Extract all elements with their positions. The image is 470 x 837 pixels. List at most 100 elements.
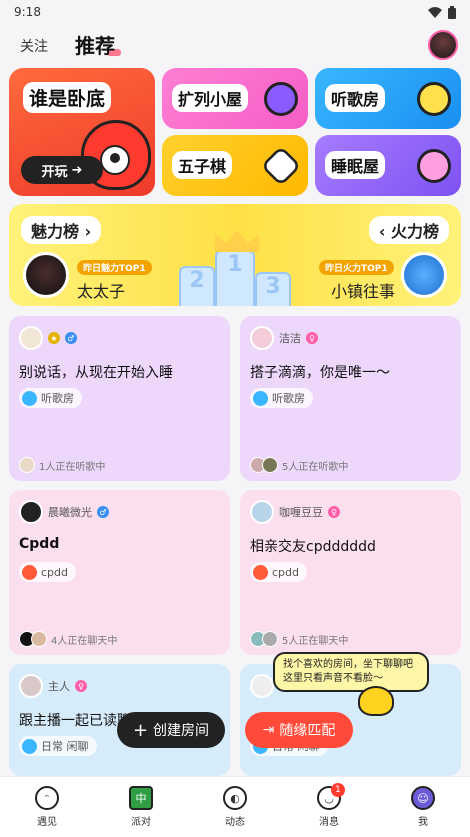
- room-card[interactable]: 洁洁 ♀ 搭子滴滴，你是唯一～ 听歌房 5人正在听歌中: [240, 316, 461, 481]
- room-footer-label: 5人正在听歌中: [282, 461, 349, 473]
- chick-mascot-icon[interactable]: [358, 686, 394, 716]
- music-room-icon: [253, 390, 268, 406]
- tile-music-room-title: 听歌房: [325, 84, 386, 112]
- listener-avatar: [262, 631, 278, 647]
- room-footer: 5人正在听歌中: [250, 457, 348, 473]
- room-tag: 听歌房: [250, 388, 313, 408]
- nav-meet-label: 遇见: [37, 817, 57, 828]
- room-footer-label: 1人正在听歌中: [39, 461, 106, 473]
- mahjong-icon: 中: [129, 786, 153, 810]
- room-tag: cpdd: [19, 562, 76, 582]
- badge-icon: ★: [48, 332, 60, 344]
- listener-avatar: [19, 457, 35, 473]
- room-footer: 5人正在聊天中: [250, 631, 348, 647]
- nav-me[interactable]: ☺ 我: [376, 777, 470, 837]
- female-icon: ♀: [75, 680, 87, 692]
- room-tag-label: cpdd: [272, 565, 299, 579]
- fire-top-name: 小镇往事: [331, 282, 396, 301]
- tile-gomoku[interactable]: 五子棋: [162, 135, 308, 196]
- room-tag-label: 听歌房: [272, 392, 305, 405]
- board-icon: [260, 145, 302, 187]
- room-footer: 1人正在听歌中: [19, 457, 105, 473]
- charm-top-avatar[interactable]: [23, 252, 69, 298]
- room-card[interactable]: 咖喱豆豆 ♀ 相亲交友cpdddddd cpdd 5人正在聊天中: [240, 490, 461, 655]
- profile-avatar[interactable]: [428, 30, 458, 60]
- room-title: 跟主播一起已读聊: [19, 713, 131, 729]
- room-card-user: ★ ♂: [19, 326, 82, 350]
- play-button-label: 开玩: [41, 164, 68, 180]
- room-tag-label: cpdd: [41, 565, 68, 579]
- nav-meet[interactable]: ᵔ 遇见: [0, 777, 94, 837]
- nav-messages-label: 消息: [319, 817, 339, 828]
- room-card-user: 咖喱豆豆 ♀: [250, 500, 340, 524]
- play-button[interactable]: 开玩 ➜: [21, 156, 103, 184]
- status-time: 9:18: [14, 5, 41, 19]
- random-match-button[interactable]: ⇥ 随缘匹配: [245, 712, 353, 748]
- nav-me-label: 我: [418, 817, 428, 828]
- room-title: 相亲交友cpdddddd: [250, 539, 376, 555]
- room-host-avatar: [19, 674, 43, 698]
- tile-music-room[interactable]: 听歌房: [315, 68, 461, 129]
- room-tag: 日常 闲聊: [19, 736, 97, 756]
- nav-messages[interactable]: ◡ 1 消息: [282, 777, 376, 837]
- tip-bubble: 找个喜欢的房间，坐下聊聊吧 这里只看声音不看脸～: [273, 652, 429, 692]
- fire-ranking-link[interactable]: ‹ 火力榜: [368, 216, 449, 244]
- room-card-user: 主人 ♀: [19, 674, 87, 698]
- nav-party[interactable]: 中 派对: [94, 777, 188, 837]
- charm-top-badge: 昨日魅力TOP1: [77, 260, 152, 275]
- fire-top-badge: 昨日火力TOP1: [319, 260, 394, 275]
- planet-icon: [264, 82, 298, 116]
- room-title: 搭子滴滴，你是唯一～: [250, 365, 390, 381]
- room-host-avatar: [19, 500, 43, 524]
- room-host-name: 咖喱豆豆: [279, 506, 323, 519]
- room-card-user: 洁洁 ♀: [250, 326, 318, 350]
- tile-kuolie[interactable]: 扩列小屋: [162, 68, 308, 129]
- battery-icon: [448, 5, 456, 19]
- room-host-avatar: [19, 326, 43, 350]
- room-tag: 听歌房: [19, 388, 82, 408]
- male-icon: ♂: [97, 506, 109, 518]
- charm-top-name: 太太子: [77, 282, 126, 301]
- nav-feed-label: 动态: [225, 817, 245, 828]
- message-badge: 1: [330, 783, 345, 797]
- cpdd-icon: [22, 564, 37, 580]
- room-title: Cpdd: [19, 536, 60, 552]
- charm-ranking-link[interactable]: 魅力榜 ›: [21, 216, 102, 244]
- fire-top-avatar[interactable]: [401, 252, 447, 298]
- create-room-button[interactable]: + 创建房间: [117, 712, 225, 748]
- cpdd-icon: [253, 564, 268, 580]
- exit-icon: ⇥: [262, 722, 275, 738]
- tab-recommend[interactable]: 推荐: [75, 30, 121, 59]
- female-icon: ♀: [328, 506, 340, 518]
- listener-avatar: [262, 457, 278, 473]
- room-tag-label: 日常 闲聊: [41, 740, 89, 753]
- room-host-name: 晨曦微光: [48, 506, 92, 519]
- arrow-right-icon: ➜: [71, 162, 83, 178]
- room-host-avatar: [250, 674, 274, 698]
- tile-gomoku-title: 五子棋: [172, 151, 233, 179]
- bottom-nav: ᵔ 遇见 中 派对 ◐ 动态 ◡ 1 消息 ☺ 我: [0, 776, 470, 837]
- nav-feed[interactable]: ◐ 动态: [188, 777, 282, 837]
- room-card[interactable]: ★ ♂ 别说话，从现在开始入睡 听歌房 1人正在听歌中: [9, 316, 230, 481]
- ranking-banner: 魅力榜 › ‹ 火力榜 2 1 3 昨日魅力TOP1 太太子 昨日火力TOP1 …: [9, 204, 461, 306]
- create-room-label: 创建房间: [153, 723, 210, 739]
- chat-icon: [22, 738, 37, 754]
- room-host-avatar: [250, 500, 274, 524]
- room-host-avatar: [250, 326, 274, 350]
- tile-sleep-room[interactable]: 睡眠屋: [315, 135, 461, 196]
- wifi-icon: [428, 6, 442, 18]
- status-icons: [428, 5, 456, 19]
- room-card[interactable]: 晨曦微光 ♂ Cpdd cpdd 4人正在聊天中: [9, 490, 230, 655]
- tile-sleep-room-title: 睡眠屋: [325, 151, 386, 179]
- tile-undercover[interactable]: 谁是卧底 开玩 ➜: [9, 68, 155, 196]
- female-icon: ♀: [306, 332, 318, 344]
- room-host-name: 主人: [48, 680, 70, 693]
- random-match-label: 随缘匹配: [279, 723, 336, 739]
- planet-nav-icon: ◐: [223, 786, 247, 810]
- sleepy-face-icon: [417, 149, 451, 183]
- tab-follow[interactable]: 关注: [20, 36, 48, 56]
- room-title: 别说话，从现在开始入睡: [19, 365, 173, 381]
- podium-icon: 2 1 3: [179, 230, 291, 306]
- top-header: 关注 推荐: [0, 26, 470, 62]
- room-tag: cpdd: [250, 562, 307, 582]
